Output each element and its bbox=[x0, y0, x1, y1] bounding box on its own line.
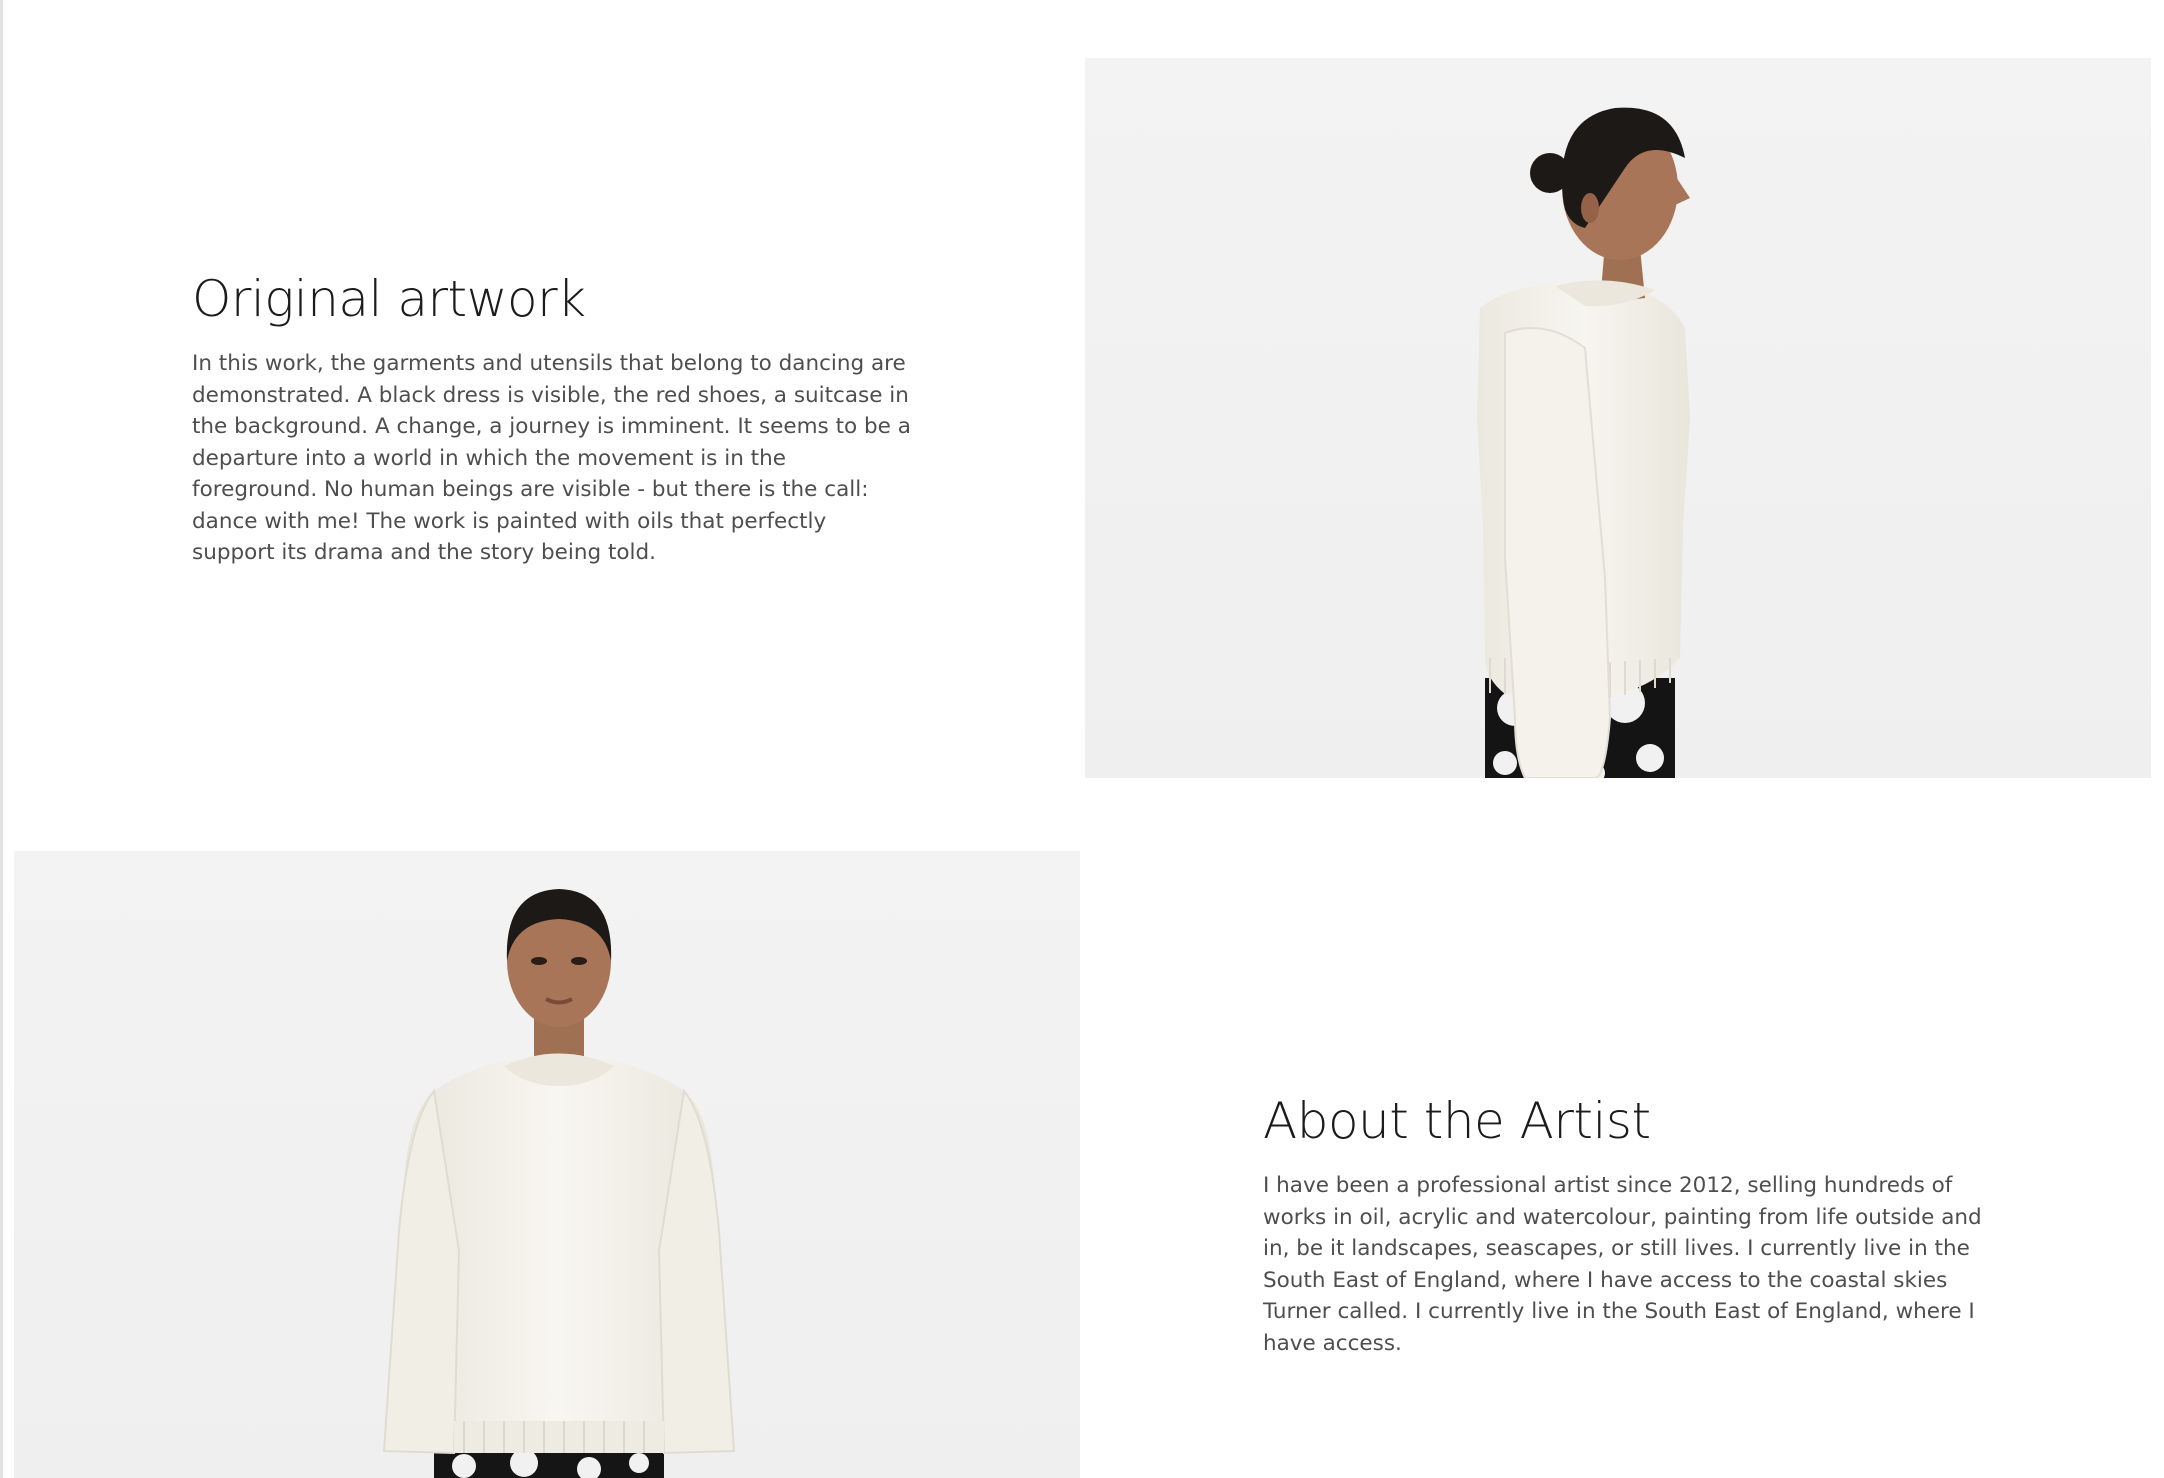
model-profile-photo bbox=[1085, 58, 2151, 778]
artwork-description: In this work, the garments and utensils … bbox=[192, 351, 911, 565]
artist-heading: About the Artist bbox=[1263, 1092, 1651, 1150]
model-front-illustration bbox=[382, 889, 736, 1478]
model-front-photo bbox=[14, 851, 1080, 1478]
printed-skirt bbox=[434, 1449, 664, 1478]
artwork-section: Original artwork In this work, the garme… bbox=[0, 0, 2164, 820]
artist-bio: I have been a professional artist since … bbox=[1263, 1173, 1982, 1356]
artist-section: About the Artist I have been a professio… bbox=[0, 820, 2164, 1478]
artwork-heading: Original artwork bbox=[192, 270, 586, 328]
artwork-text-block: Original artwork In this work, the garme… bbox=[192, 268, 912, 569]
artist-text-block: About the Artist I have been a professio… bbox=[1263, 1090, 1983, 1359]
model-profile-illustration bbox=[1477, 107, 1690, 778]
hair-bun bbox=[1530, 153, 1570, 193]
